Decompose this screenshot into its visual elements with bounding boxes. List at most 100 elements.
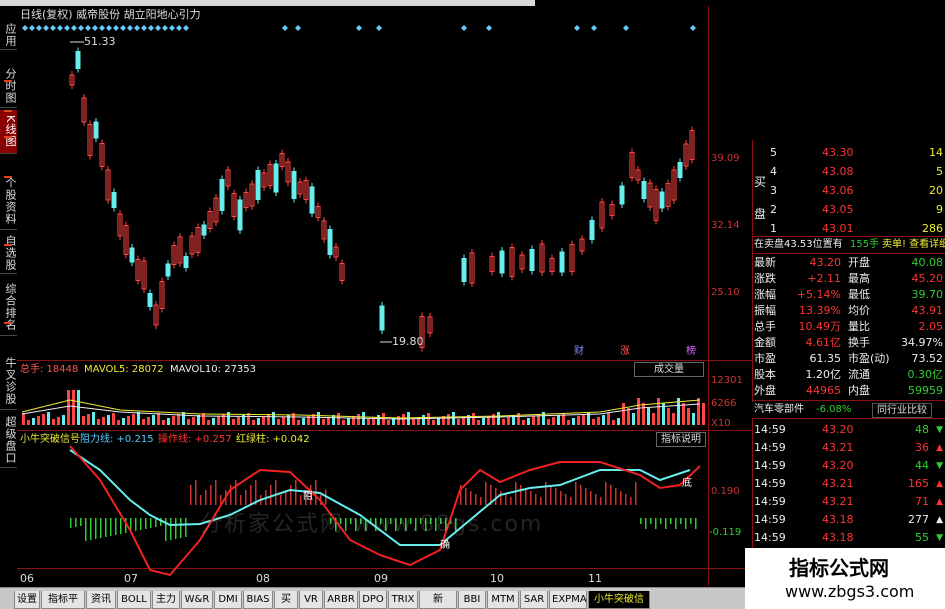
- sector-compare-button[interactable]: 同行业比较: [872, 403, 932, 418]
- volume-bar: [267, 414, 270, 425]
- quote-panel: 买 盘 5 43.30 14 4 43.08 5 3 43.06 20 2 43.05 9 14…: [752, 140, 945, 609]
- volume-bar: [367, 419, 370, 425]
- signal-diamond: [591, 25, 597, 31]
- tick-direction-icon: ▲: [936, 515, 943, 525]
- volume-bar: [357, 414, 360, 425]
- candle-body: [619, 185, 625, 205]
- sector-row[interactable]: 汽车零部件 -6.08% 同行业比较: [752, 402, 945, 418]
- indicator-histogram-bar: [70, 518, 72, 528]
- indicator-histogram-bar: [300, 495, 302, 505]
- indicator-histogram-bar: [140, 518, 142, 530]
- indicator-histogram-bar: [625, 494, 627, 505]
- volume-bar: [477, 420, 480, 425]
- tick-row: 14:59 43.21 165 ▲: [754, 477, 943, 490]
- signal-diamond: [295, 25, 301, 31]
- indicator-tab[interactable]: 主力: [152, 591, 180, 609]
- candle-body: [201, 224, 207, 236]
- volume-bar: [557, 415, 560, 425]
- volume-bar: [102, 417, 105, 425]
- volume-bar: [137, 412, 140, 425]
- volume-bar: [122, 418, 125, 425]
- indicator-tab[interactable]: DPO: [359, 591, 387, 609]
- orderbook-row[interactable]: 4 43.08 5: [752, 164, 945, 180]
- quote-field-row: 振幅 13.39% 均价 43.91: [754, 304, 943, 317]
- orderbook-row[interactable]: 1 43.01 286: [752, 221, 945, 237]
- signal-diamond: [43, 25, 49, 31]
- volume-bar: [212, 418, 215, 425]
- volume-bar: [437, 418, 440, 425]
- candle-body: [291, 171, 297, 199]
- volume-indicator-dropdown[interactable]: 成交量: [634, 362, 704, 377]
- volume-bar: [617, 418, 620, 425]
- signal-diamond: [134, 25, 140, 31]
- indicator-histogram-bar: [620, 491, 622, 505]
- orderbook-row[interactable]: 5 43.30 14: [752, 145, 945, 161]
- indicator-tab[interactable]: DMI: [214, 591, 242, 609]
- volume-bar: [107, 415, 110, 425]
- indicator-tab[interactable]: TRIX: [388, 591, 418, 609]
- indicator-tab[interactable]: BIAS: [243, 591, 273, 609]
- volume-bar: [192, 417, 195, 425]
- candle-body: [309, 186, 315, 214]
- indicator-signal-label: 阻: [303, 491, 313, 502]
- candle-body: [183, 256, 189, 268]
- indicator-tab[interactable]: VR: [299, 591, 323, 609]
- quote-field-row: 涨幅 +5.14% 最低 39.70: [754, 288, 943, 301]
- indicator-tab[interactable]: 资讯: [86, 591, 116, 609]
- indicator-histogram-bar: [520, 485, 522, 505]
- volume-total-label: 总手: 18448: [20, 364, 79, 375]
- indicator-histogram-bar: [80, 518, 82, 526]
- orderbook-row[interactable]: 2 43.05 9: [752, 202, 945, 218]
- price-axis-label: 32.14: [711, 220, 740, 231]
- volume-bar: [57, 417, 60, 425]
- volume-bar: [622, 403, 625, 425]
- bottom-indicator-tabs: 设置指标平台资讯BOLL主力W&RDMIBIAS买卖VRARBRDPOTRIX新…: [0, 587, 745, 609]
- signal-diamond: [99, 25, 105, 31]
- indicator-histogram-bar: [290, 485, 292, 505]
- volume-bar: [62, 415, 65, 425]
- quote-field-row: 股本 1.20亿 流通 0.30亿: [754, 368, 943, 381]
- volume-bar: [672, 413, 675, 425]
- indicator-histogram-bar: [530, 491, 532, 505]
- indicator-histogram-bar: [595, 494, 597, 505]
- signal-diamond: [574, 25, 580, 31]
- indicator-tab[interactable]: 买卖: [274, 591, 298, 609]
- indicator-help-button[interactable]: 指标说明: [656, 432, 706, 447]
- volume-bar: [32, 418, 35, 425]
- indicator-histogram-bar: [610, 485, 612, 505]
- volume-bar: [502, 419, 505, 425]
- indicator-tab[interactable]: 设置: [14, 591, 40, 609]
- orderbook-row[interactable]: 3 43.06 20: [752, 183, 945, 199]
- indicator-histogram-bar: [525, 488, 527, 505]
- indicator-tab[interactable]: MTM: [487, 591, 519, 609]
- indicator-tab[interactable]: EXPMA: [549, 591, 587, 609]
- indicator-tab[interactable]: 小牛突破信号: [588, 591, 650, 609]
- indicator-tab[interactable]: SAR: [520, 591, 548, 609]
- indicator-histogram-bar: [590, 491, 592, 505]
- volume-bar: [197, 415, 200, 425]
- indicator-tab[interactable]: ARBR: [324, 591, 358, 609]
- indicator-name: 小牛突破信号: [20, 434, 80, 445]
- volume-bar: [472, 413, 475, 425]
- indicator-tab[interactable]: 指标平台: [41, 591, 85, 609]
- event-marker[interactable]: 涨: [620, 346, 630, 358]
- candle-body: [379, 305, 385, 331]
- volume-bar: [632, 413, 635, 425]
- tick-row: 14:59 43.21 36 ▲: [754, 441, 943, 454]
- quote-field-row: 最新 43.20 开盘 40.08: [754, 256, 943, 269]
- volume-bar: [262, 416, 265, 425]
- indicator-histogram-bar: [560, 491, 562, 505]
- x-axis-month: 11: [588, 572, 602, 585]
- indicator-histogram-bar: [695, 518, 697, 529]
- indicator-histogram-bar: [150, 518, 152, 528]
- indicator-tab[interactable]: BBI: [458, 591, 486, 609]
- indicator-tab[interactable]: W&R: [181, 591, 213, 609]
- volume-bar: [612, 420, 615, 425]
- order-alert[interactable]: 在卖盘43.53位置有 155手 卖单! 查看详细: [752, 237, 945, 253]
- tick-direction-icon: ▼: [936, 533, 943, 543]
- quote-field-row: 市盈 61.35 市盈(动) 73.52: [754, 352, 943, 365]
- event-marker[interactable]: 榜: [686, 346, 696, 358]
- indicator-tab[interactable]: BOLL: [117, 591, 151, 609]
- indicator-tab[interactable]: 新DMA: [419, 591, 457, 609]
- event-marker[interactable]: 财: [574, 346, 584, 358]
